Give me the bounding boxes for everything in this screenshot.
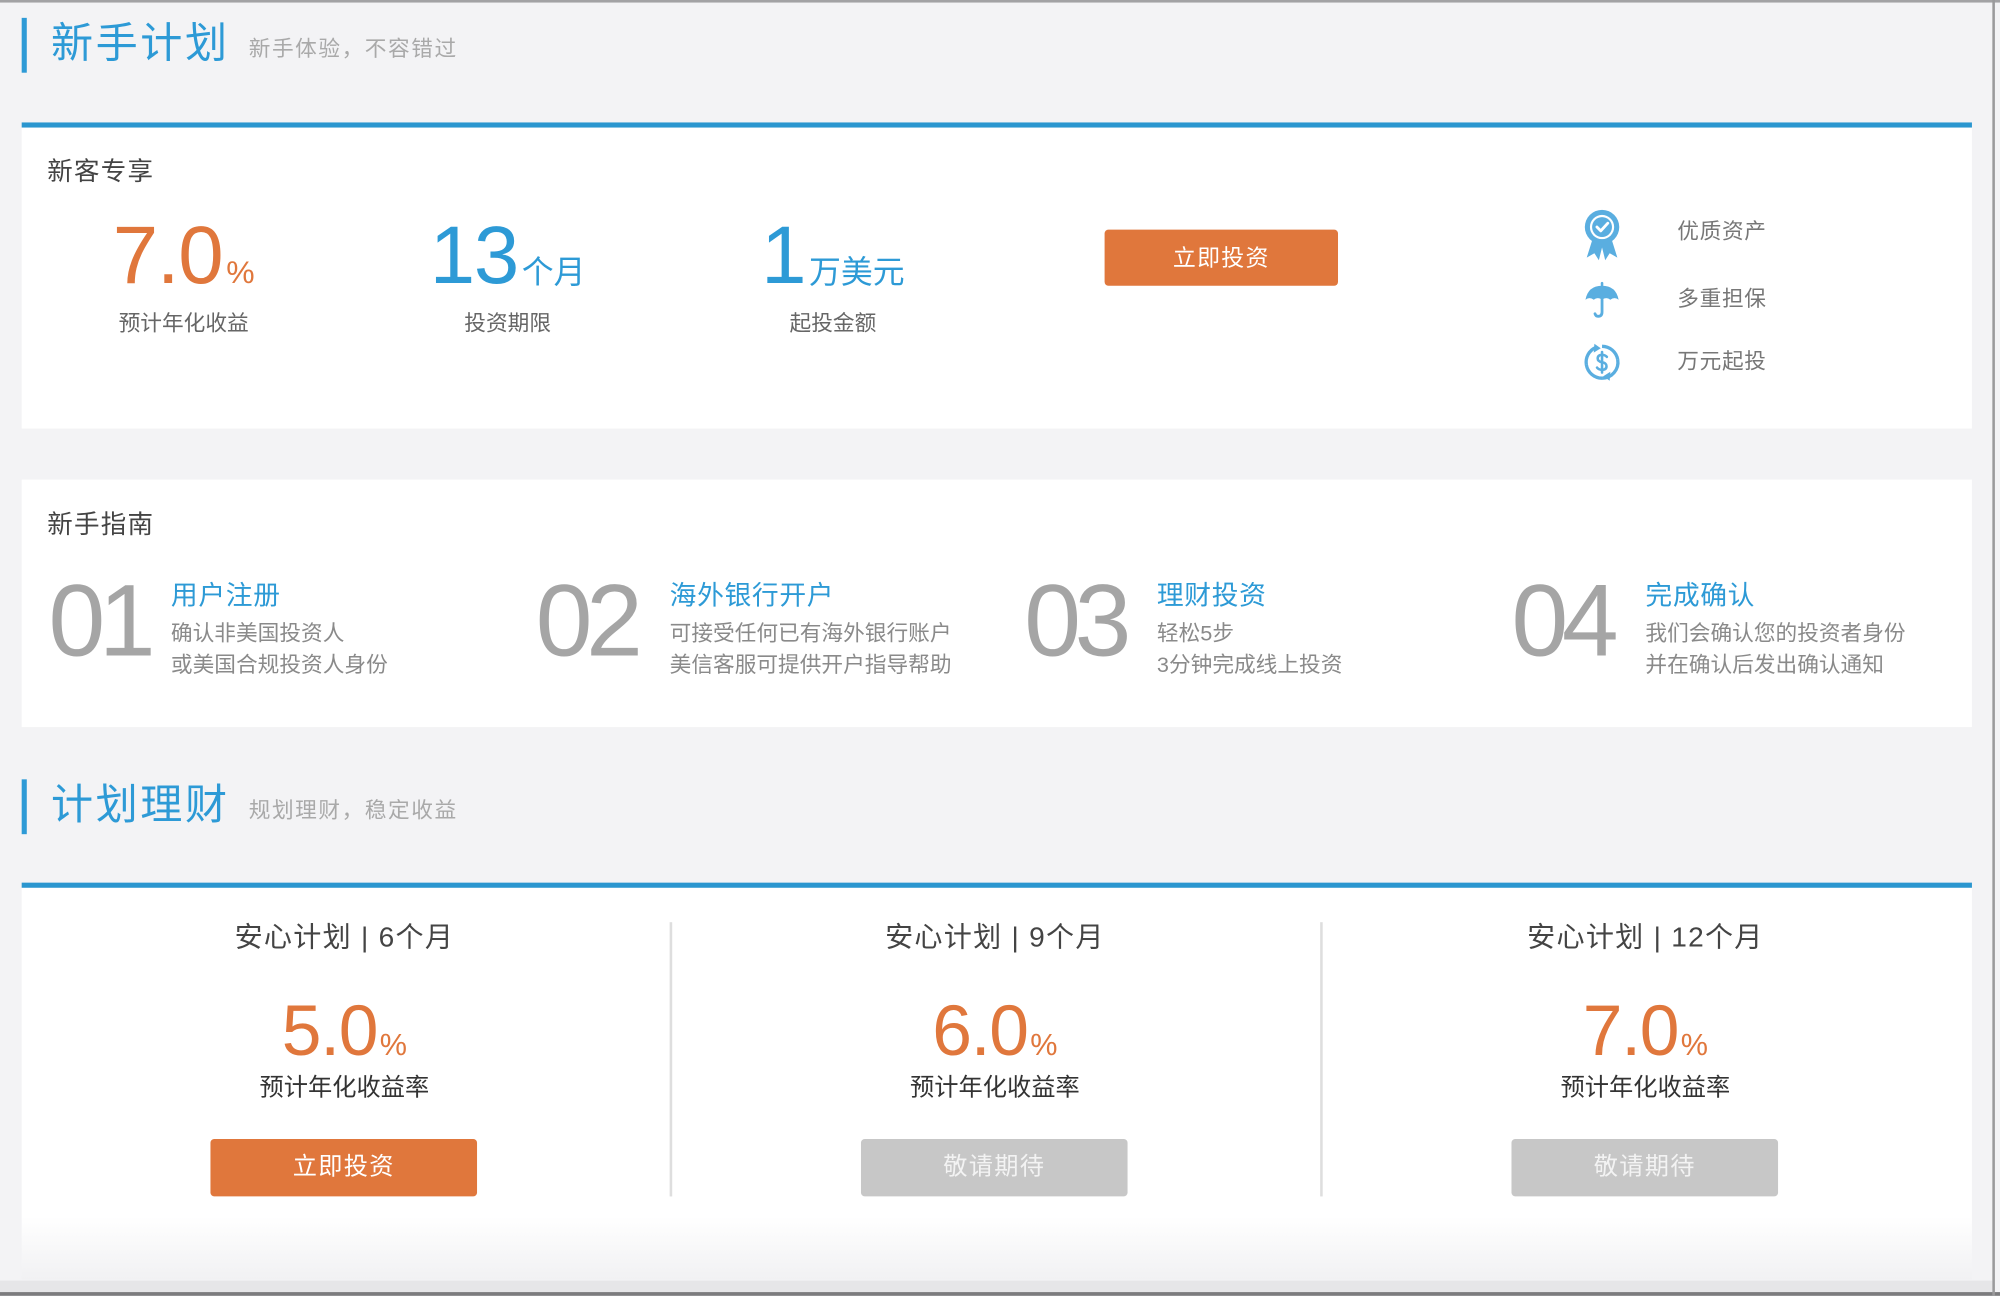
plan-rate: 6.0 <box>932 989 1029 1071</box>
step-title-bank-account[interactable]: 海外银行开户 <box>670 580 835 613</box>
stat-unit: % <box>226 255 255 291</box>
step-description: 美信客服可提供开户指导帮助 <box>669 653 952 678</box>
step-description: 确认非美国投资人 <box>170 621 345 646</box>
plans-card: 安心计划 | 6个月 5.0% 预计年化收益率 立即投资 安心计划 | 9个月 … <box>19 882 1972 1280</box>
plan-coming-soon-button[interactable]: 敬请期待 <box>860 1139 1128 1197</box>
step-number: 01 <box>48 563 155 678</box>
step-description: 轻松5步 <box>1156 621 1235 646</box>
beginner-guide-card: 新手指南 01 用户注册 确认非美国投资人 或美国合规投资人身份 02 海外银行… <box>21 479 1972 728</box>
plan-rate: 7.0 <box>1582 989 1680 1071</box>
stat-investment-term: 13 个月 投资期限 <box>346 128 670 383</box>
bottom-fade-band <box>0 1280 1993 1293</box>
section-accent-bar <box>21 17 27 73</box>
step-title-invest[interactable]: 理财投资 <box>1157 580 1267 613</box>
plan-title: 安心计划 | 9个月 <box>885 920 1105 953</box>
invest-now-button[interactable]: 立即投资 <box>1104 229 1339 286</box>
plan-invest-button[interactable]: 立即投资 <box>210 1139 478 1197</box>
stat-value-row: 13 个月 <box>346 210 670 299</box>
stat-value: 7.0 <box>112 209 224 302</box>
section-subtitle: 新手体验，不容错过 <box>248 36 458 62</box>
plan-rate-unit: % <box>1030 1028 1058 1063</box>
section-title: 计划理财 <box>51 780 230 828</box>
plan-coming-soon-button[interactable]: 敬请期待 <box>1511 1139 1779 1197</box>
stat-label: 投资期限 <box>464 311 552 336</box>
page-canvas: 新手计划 新手体验，不容错过 新客专享 7.0% 预计年化收益 13 个月 投资期… <box>0 0 2000 1296</box>
section-title: 新手计划 <box>51 19 230 67</box>
umbrella-icon <box>1585 281 1619 318</box>
plan-6-month: 安心计划 | 6个月 5.0% 预计年化收益率 立即投资 <box>19 888 670 1220</box>
plan-title: 安心计划 | 6个月 <box>234 920 455 953</box>
plan-rate-unit: % <box>379 1028 408 1063</box>
step-number: 02 <box>535 563 643 678</box>
stat-unit: 个月 <box>521 255 586 291</box>
plan-rate-unit: % <box>1680 1028 1709 1063</box>
window-right-border <box>1992 0 1995 1296</box>
stat-value: 13 <box>429 209 520 302</box>
plan-rate-label: 预计年化收益率 <box>259 1075 430 1103</box>
plan-rate-label: 预计年化收益率 <box>910 1075 1080 1103</box>
plan-title: 安心计划 | 12个月 <box>1527 920 1764 953</box>
card-heading: 新手指南 <box>47 511 155 540</box>
plan-rate-label: 预计年化收益率 <box>1560 1075 1731 1103</box>
section-subtitle: 规划理财，稳定收益 <box>248 798 458 823</box>
plan-rate: 5.0 <box>281 989 379 1071</box>
stat-minimum-investment: 1 万美元 起投金额 <box>671 128 995 383</box>
medal-icon <box>1584 209 1620 261</box>
step-number: 03 <box>1024 563 1131 678</box>
step-description: 或美国合规投资人身份 <box>170 653 388 678</box>
step-description: 可接受任何已有海外银行账户 <box>669 621 952 646</box>
stat-unit: 万美元 <box>809 255 905 291</box>
stat-value-row: 7.0% <box>22 210 346 299</box>
feature-label: 优质资产 <box>1677 219 1767 244</box>
feature-label: 多重担保 <box>1677 286 1767 312</box>
stat-label: 预计年化收益 <box>118 311 249 336</box>
plan-rate-row: 6.0% <box>670 992 1321 1069</box>
stat-label: 起投金额 <box>789 311 877 336</box>
plan-rate-row: 5.0% <box>19 992 670 1069</box>
step-description: 并在确认后发出确认通知 <box>1645 653 1884 678</box>
window-bottom-border <box>0 1292 2000 1296</box>
plan-9-month: 安心计划 | 9个月 6.0% 预计年化收益率 敬请期待 <box>670 888 1321 1220</box>
step-number: 04 <box>1511 563 1618 678</box>
dollar-refresh-icon <box>1584 343 1620 381</box>
step-description: 我们会确认您的投资者身份 <box>1645 621 1906 646</box>
newbie-section-header: 新手计划 新手体验，不容错过 <box>21 17 915 73</box>
section-accent-bar <box>21 779 27 835</box>
plans-section-header: 计划理财 规划理财，稳定收益 <box>21 779 915 835</box>
stat-value-row: 1 万美元 <box>671 210 995 299</box>
step-title-register[interactable]: 用户注册 <box>171 580 281 613</box>
step-description: 3分钟完成线上投资 <box>1156 653 1343 678</box>
new-customer-offer-card: 新客专享 7.0% 预计年化收益 13 个月 投资期限 1 万美元 起投金额 立即投… <box>21 122 1972 429</box>
feature-label: 万元起投 <box>1677 349 1767 374</box>
stat-expected-yield: 7.0% 预计年化收益 <box>22 128 346 383</box>
stat-value: 1 <box>761 209 806 302</box>
window-top-border <box>0 0 2000 3</box>
plan-12-month: 安心计划 | 12个月 7.0% 预计年化收益率 敬请期待 <box>1320 888 1971 1220</box>
plan-rate-row: 7.0% <box>1320 992 1971 1069</box>
step-title-confirm[interactable]: 完成确认 <box>1645 580 1755 613</box>
